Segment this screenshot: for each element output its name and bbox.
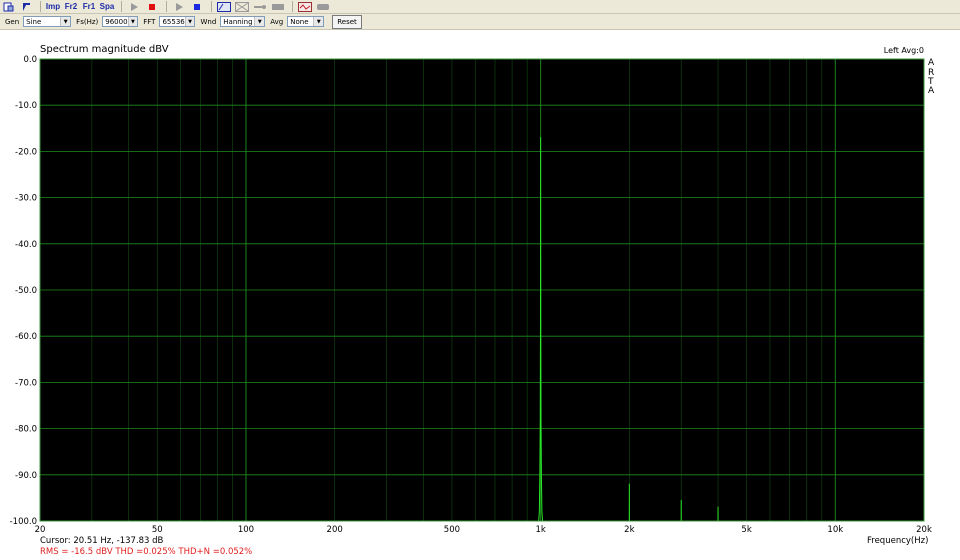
chevron-down-icon: ▼ bbox=[184, 17, 195, 26]
avg-select[interactable]: None ▼ bbox=[287, 16, 325, 27]
spa-mode-button[interactable]: Spa bbox=[99, 1, 115, 12]
avg-select-value: None bbox=[290, 17, 309, 26]
toolbar-separator bbox=[211, 1, 212, 12]
mic-icon bbox=[254, 4, 266, 9]
fs-label: Fs(Hz) bbox=[76, 17, 99, 26]
wnd-select[interactable]: Hanning ▼ bbox=[220, 16, 266, 27]
x-tick-label: 5k bbox=[741, 525, 751, 535]
monitor-button[interactable] bbox=[270, 1, 286, 12]
fs-select[interactable]: 96000 ▼ bbox=[102, 16, 139, 27]
y-tick-label: -80.0 bbox=[15, 425, 37, 435]
play-button[interactable] bbox=[171, 1, 187, 12]
y-tick-label: -30.0 bbox=[15, 194, 37, 204]
pill-icon bbox=[317, 3, 329, 10]
x-tick-label: 100 bbox=[238, 525, 254, 535]
y-tick-label: 0.0 bbox=[23, 55, 37, 65]
chevron-down-icon: ▼ bbox=[60, 17, 71, 26]
abc-icon bbox=[217, 1, 231, 12]
play-gray-icon bbox=[131, 2, 138, 11]
toolbar-separator bbox=[121, 1, 122, 12]
crossed-waveform-icon bbox=[235, 1, 249, 12]
wnd-select-value: Hanning bbox=[223, 17, 253, 26]
fft-select[interactable]: 65536 ▼ bbox=[159, 16, 196, 27]
x-tick-label: 500 bbox=[444, 525, 460, 535]
gen-label: Gen bbox=[5, 17, 20, 26]
toolbar-separator bbox=[40, 1, 41, 12]
pill-button[interactable] bbox=[315, 1, 331, 12]
fr1-mode-button[interactable]: Fr1 bbox=[81, 1, 97, 12]
settings-bar: Gen Sine ▼ Fs(Hz) 96000 ▼ FFT 65536 ▼ Wn… bbox=[0, 14, 960, 30]
fr2-mode-button[interactable]: Fr2 bbox=[63, 1, 79, 12]
y-tick-label: -60.0 bbox=[15, 332, 37, 342]
main-toolbar: Imp Fr2 Fr1 Spa bbox=[0, 0, 960, 14]
chevron-down-icon: ▼ bbox=[313, 17, 324, 26]
cursor-readout: Cursor: 20.51 Hz, -137.83 dB bbox=[40, 536, 164, 546]
imp-mode-button[interactable]: Imp bbox=[45, 1, 61, 12]
spectrum-graph-panel: Spectrum magnitude dBV Left Avg:0 A R T … bbox=[0, 30, 960, 560]
x-tick-label: 10k bbox=[827, 525, 843, 535]
pointer-button[interactable] bbox=[18, 1, 34, 12]
pointer-icon bbox=[22, 2, 30, 11]
x-tick-label: 50 bbox=[152, 525, 163, 535]
play-icon bbox=[176, 2, 183, 11]
scope-icon bbox=[298, 1, 312, 12]
stop-icon bbox=[194, 3, 200, 10]
x-tick-label: 20k bbox=[916, 525, 932, 535]
x-axis-label: Frequency(Hz) bbox=[867, 536, 929, 546]
x-tick-label: 2k bbox=[624, 525, 634, 535]
reset-button[interactable]: Reset bbox=[332, 14, 362, 29]
x-tick-label: 1k bbox=[535, 525, 545, 535]
y-tick-label: -40.0 bbox=[15, 240, 37, 250]
fft-label: FFT bbox=[143, 17, 156, 26]
stop-button[interactable] bbox=[189, 1, 205, 12]
open-file-icon bbox=[3, 2, 13, 11]
crossed-button[interactable] bbox=[234, 1, 250, 12]
mic-button[interactable] bbox=[252, 1, 268, 12]
y-tick-label: -90.0 bbox=[15, 471, 37, 481]
wnd-label: Wnd bbox=[200, 17, 217, 26]
spectrum-chart[interactable]: 0.0 -10.0 -20.0 -30.0 -40.0 -50.0 -60.0 -70.0 -8… bbox=[0, 30, 960, 540]
y-tick-label: -20.0 bbox=[15, 147, 37, 157]
play-gray-button[interactable] bbox=[126, 1, 142, 12]
record-icon bbox=[149, 3, 155, 10]
y-tick-label: -10.0 bbox=[15, 101, 37, 111]
y-tick-label: -100.0 bbox=[10, 517, 37, 527]
chevron-down-icon: ▼ bbox=[254, 17, 265, 26]
gen-select[interactable]: Sine ▼ bbox=[23, 16, 72, 27]
avg-label: Avg bbox=[270, 17, 284, 26]
record-button[interactable] bbox=[144, 1, 160, 12]
toolbar-separator bbox=[292, 1, 293, 12]
measurement-readout: RMS = -16.5 dBV THD =0.025% THD+N =0.052… bbox=[40, 547, 253, 557]
gen-select-value: Sine bbox=[26, 17, 42, 26]
scope-button[interactable] bbox=[297, 1, 313, 12]
open-file-button[interactable] bbox=[0, 1, 16, 12]
y-tick-label: -70.0 bbox=[15, 378, 37, 388]
fft-select-value: 65536 bbox=[162, 17, 185, 26]
toolbar-separator bbox=[166, 1, 167, 12]
y-tick-label: -50.0 bbox=[15, 286, 37, 296]
chevron-down-icon: ▼ bbox=[127, 17, 138, 26]
abc-button[interactable] bbox=[216, 1, 232, 12]
monitor-icon bbox=[272, 3, 284, 10]
x-tick-label: 200 bbox=[327, 525, 343, 535]
fs-select-value: 96000 bbox=[105, 17, 128, 26]
x-tick-label: 20 bbox=[35, 525, 46, 535]
